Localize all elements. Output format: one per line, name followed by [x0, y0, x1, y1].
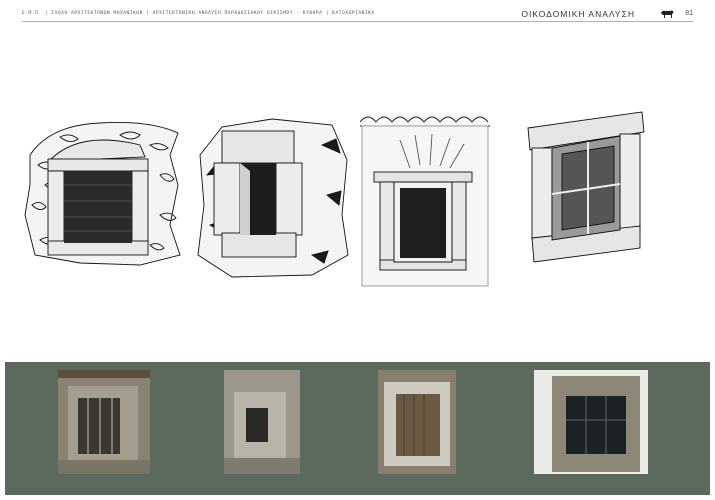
breadcrumb: Ε.Μ.Π. | ΣΧΟΛΗ ΑΡΧΙΤΕΚΤΟΝΩΝ ΜΗΧΑΝΙΚΩΝ | … [22, 11, 375, 16]
animal-logo-icon [661, 10, 674, 18]
photo-stone-window-with-bars [58, 370, 150, 474]
sketch-tiled-eave-window [360, 116, 490, 287]
section-title: ΟΙΚΟΔΟΜΙΚΗ ΑΝΑΛΥΣΗ [521, 9, 635, 19]
sketch-dressed-stone-window [197, 118, 349, 278]
photo-window-with-wooden-shutter [378, 370, 456, 474]
header-divider [22, 21, 693, 22]
sketch-rubble-window [24, 122, 181, 266]
page-number: 81 [685, 10, 693, 17]
photo-window-with-iron-grille [534, 370, 648, 474]
sketch-wooden-casement-window [527, 111, 645, 263]
page-header: Ε.Μ.Π. | ΣΧΟΛΗ ΑΡΧΙΤΕΚΤΟΝΩΝ ΜΗΧΑΝΙΚΩΝ | … [22, 9, 693, 21]
photo-small-stone-opening [224, 370, 300, 474]
